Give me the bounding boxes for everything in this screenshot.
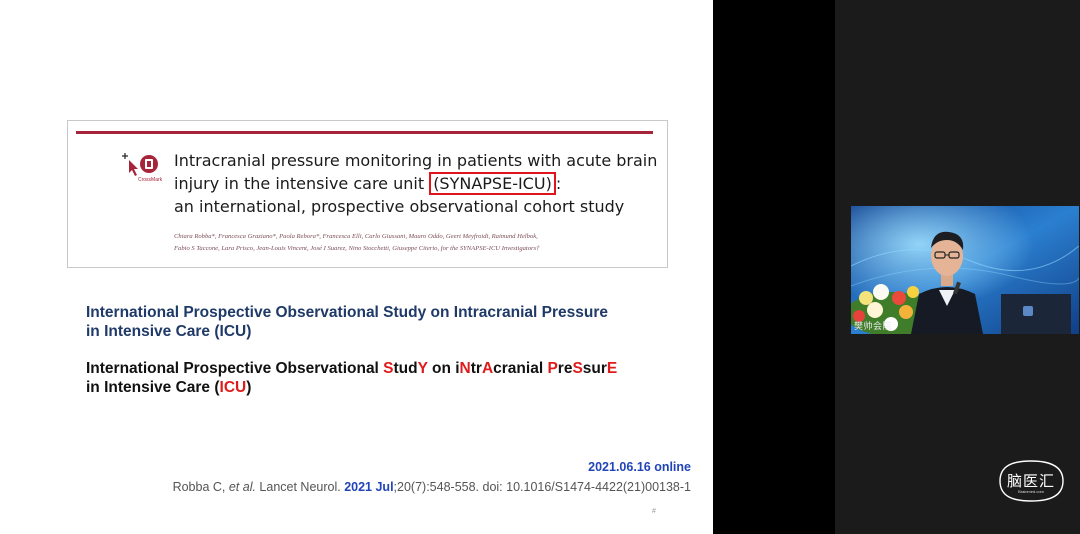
acronym-letter: S <box>572 360 583 377</box>
acronym-text: International Prospective Observational <box>86 360 384 377</box>
title-line-2-text: injury in the intensive care unit <box>174 174 430 193</box>
acronym-text: re <box>557 360 573 377</box>
online-date: 2021.06.16 online <box>588 460 691 474</box>
acronym-letter: E <box>606 360 618 377</box>
acronym-text: on i <box>427 360 460 377</box>
acronym-letter: Y <box>417 360 428 377</box>
acronym-text: tr <box>470 360 482 377</box>
acronym-text: in Intensive Care ( <box>86 379 220 396</box>
title-line-3: an international, prospective observatio… <box>174 197 625 216</box>
synapse-icu-highlight: (SYNAPSE-ICU) <box>429 172 556 195</box>
acronym-plain-line-1: International Prospective Observational … <box>86 304 608 321</box>
citation-year: 2021 Jul <box>344 480 394 494</box>
acronym-highlighted: International Prospective Observational … <box>86 359 686 397</box>
journal-rule <box>76 131 653 134</box>
acronym-highlighted-line-1: International Prospective Observational … <box>86 359 686 378</box>
acronym-letter: ICU <box>219 379 247 396</box>
authors-line-1: Chiara Robba*, Francesca Graziano*, Paol… <box>174 233 538 240</box>
citation-journal: Lancet Neurol. <box>255 480 345 494</box>
paper-clipping: CrossMark Intracranial pressure monitori… <box>67 120 668 268</box>
title-line-2-colon: : <box>555 174 562 193</box>
citation-authors: Robba C, <box>172 480 229 494</box>
acronym-plain-line-2: in Intensive Care (ICU) <box>86 323 252 340</box>
paper-authors: Chiara Robba*, Francesca Graziano*, Paol… <box>174 231 654 255</box>
speaker-video-frame <box>851 206 1079 334</box>
acronym-letter: N <box>459 360 471 377</box>
citation: Robba C, et al. Lancet Neurol. 2021 Jul;… <box>173 480 691 494</box>
acronym-letter: A <box>481 360 494 377</box>
acronym-letter: S <box>383 360 394 377</box>
acronym-text: cranial <box>493 360 548 377</box>
acronym-text: tud <box>393 360 418 377</box>
logo-subtext: Brainmed.com <box>1018 489 1044 494</box>
acronym-text: sur <box>582 360 607 377</box>
citation-doi: ;20(7):548-558. doi: 10.1016/S1474-4422(… <box>393 480 691 494</box>
speaker-video[interactable]: 樊帅会院 <box>851 206 1079 334</box>
brainmed-logo: 脑医汇 Brainmed.com <box>994 458 1068 504</box>
acronym-plain: International Prospective Observational … <box>86 303 686 341</box>
logo-text: 脑医汇 <box>1006 473 1055 490</box>
acronym-highlighted-line-2: in Intensive Care (ICU) <box>86 378 686 397</box>
title-line-1: Intracranial pressure monitoring in pati… <box>174 151 658 170</box>
authors-line-2: Fabio S Taccone, Lara Prisco, Jean-Louis… <box>174 245 540 252</box>
video-label: 樊帅会院 <box>854 321 893 331</box>
title-line-2: injury in the intensive care unit (SYNAP… <box>174 172 664 195</box>
slide-mark: # <box>652 508 656 515</box>
citation-etal: et al. <box>228 480 256 494</box>
crossmark-caption: CrossMark <box>138 177 163 183</box>
presentation-slide: CrossMark Intracranial pressure monitori… <box>0 0 713 534</box>
paper-title: Intracranial pressure monitoring in pati… <box>174 149 664 218</box>
acronym-text: ) <box>246 379 252 396</box>
acronym-letter: P <box>547 360 558 377</box>
